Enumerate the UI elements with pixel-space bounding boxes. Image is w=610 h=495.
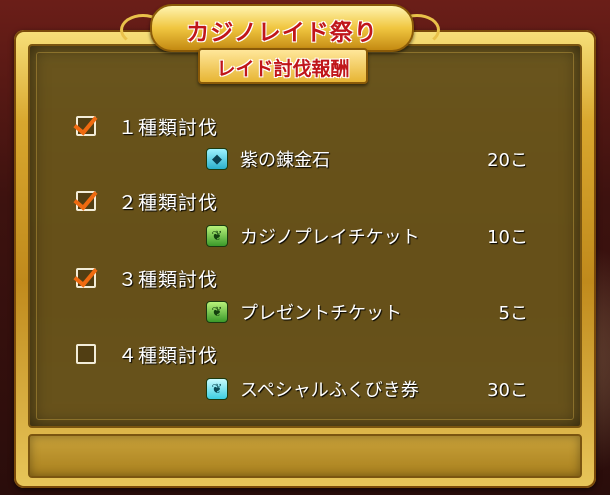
tier-label: ４種類討伐 — [118, 344, 219, 367]
checkmark-icon — [73, 185, 98, 211]
tier-row-1: １種類討伐 — [73, 110, 219, 141]
feather-ticket-icon: ❦ — [206, 378, 228, 400]
reward-name: プレゼントチケット — [240, 303, 402, 324]
leaf-ticket-icon: ❦ — [206, 225, 228, 247]
checkbox-tier-3 — [73, 262, 98, 288]
leaf-ticket-icon: ❦ — [206, 301, 228, 323]
checkbox-tier-4 — [76, 344, 96, 364]
reward-name: カジノプレイチケット — [240, 227, 420, 248]
reward-quantity: 10こ — [487, 227, 528, 248]
tier-label: ３種類討伐 — [118, 268, 219, 291]
reward-item-3: ❦ プレゼントチケット — [206, 298, 402, 326]
tier-row-2: ２種類討伐 — [73, 185, 219, 216]
reward-name: 紫の錬金石 — [240, 150, 330, 171]
tier-row-3: ３種類討伐 — [73, 262, 219, 293]
reward-item-4: ❦ スペシャルふくびき券 — [206, 375, 419, 403]
tier-label: ２種類討伐 — [118, 191, 219, 214]
reward-quantity: 5こ — [498, 303, 528, 324]
checkbox-tier-1 — [73, 110, 98, 136]
alchemy-stone-icon: ◆ — [206, 148, 228, 170]
reward-item-1: ◆ 紫の錬金石 — [206, 145, 330, 173]
checkmark-icon — [73, 110, 98, 136]
tier-row-4: ４種類討伐 — [76, 339, 218, 369]
reward-quantity: 30こ — [487, 380, 528, 401]
reward-quantity: 20こ — [487, 150, 528, 171]
tier-list: １種類討伐 ◆ 紫の錬金石 20こ ２種類討伐 ❦ カジノプレイチケット 10こ… — [0, 0, 610, 495]
tier-label: １種類討伐 — [118, 116, 219, 139]
checkbox-tier-2 — [73, 185, 98, 211]
reward-name: スペシャルふくびき券 — [240, 380, 419, 401]
checkmark-icon — [73, 262, 98, 288]
reward-item-2: ❦ カジノプレイチケット — [206, 222, 420, 250]
